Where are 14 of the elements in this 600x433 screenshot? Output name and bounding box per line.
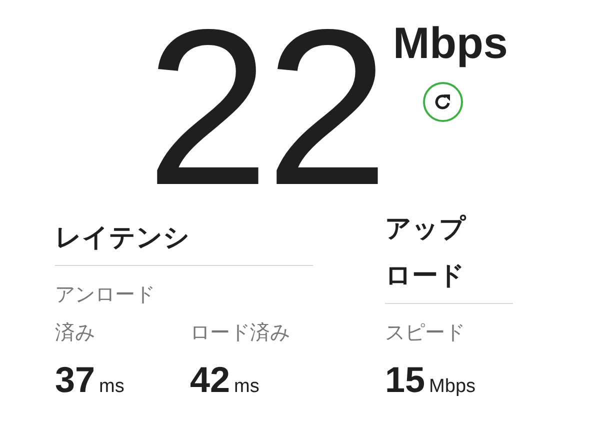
speed-value: 22 xyxy=(146,0,385,196)
section-title: レイテンシ xyxy=(55,221,191,254)
refresh-button[interactable] xyxy=(423,82,464,122)
metric-value: 15 xyxy=(385,358,426,402)
speed-unit: Mbps xyxy=(392,22,508,66)
metric-unit: Mbps xyxy=(429,376,476,398)
metric-unit: ms xyxy=(234,376,260,398)
metric-unit: ms xyxy=(99,376,124,398)
metric-value: 37 xyxy=(55,358,96,402)
metric-label: アンロード済み xyxy=(55,283,156,346)
section-title: アップロード xyxy=(385,212,468,292)
metric-value: 42 xyxy=(190,358,230,402)
metric-label: ロード済み xyxy=(190,321,290,346)
metric-label: スピード xyxy=(385,321,466,346)
